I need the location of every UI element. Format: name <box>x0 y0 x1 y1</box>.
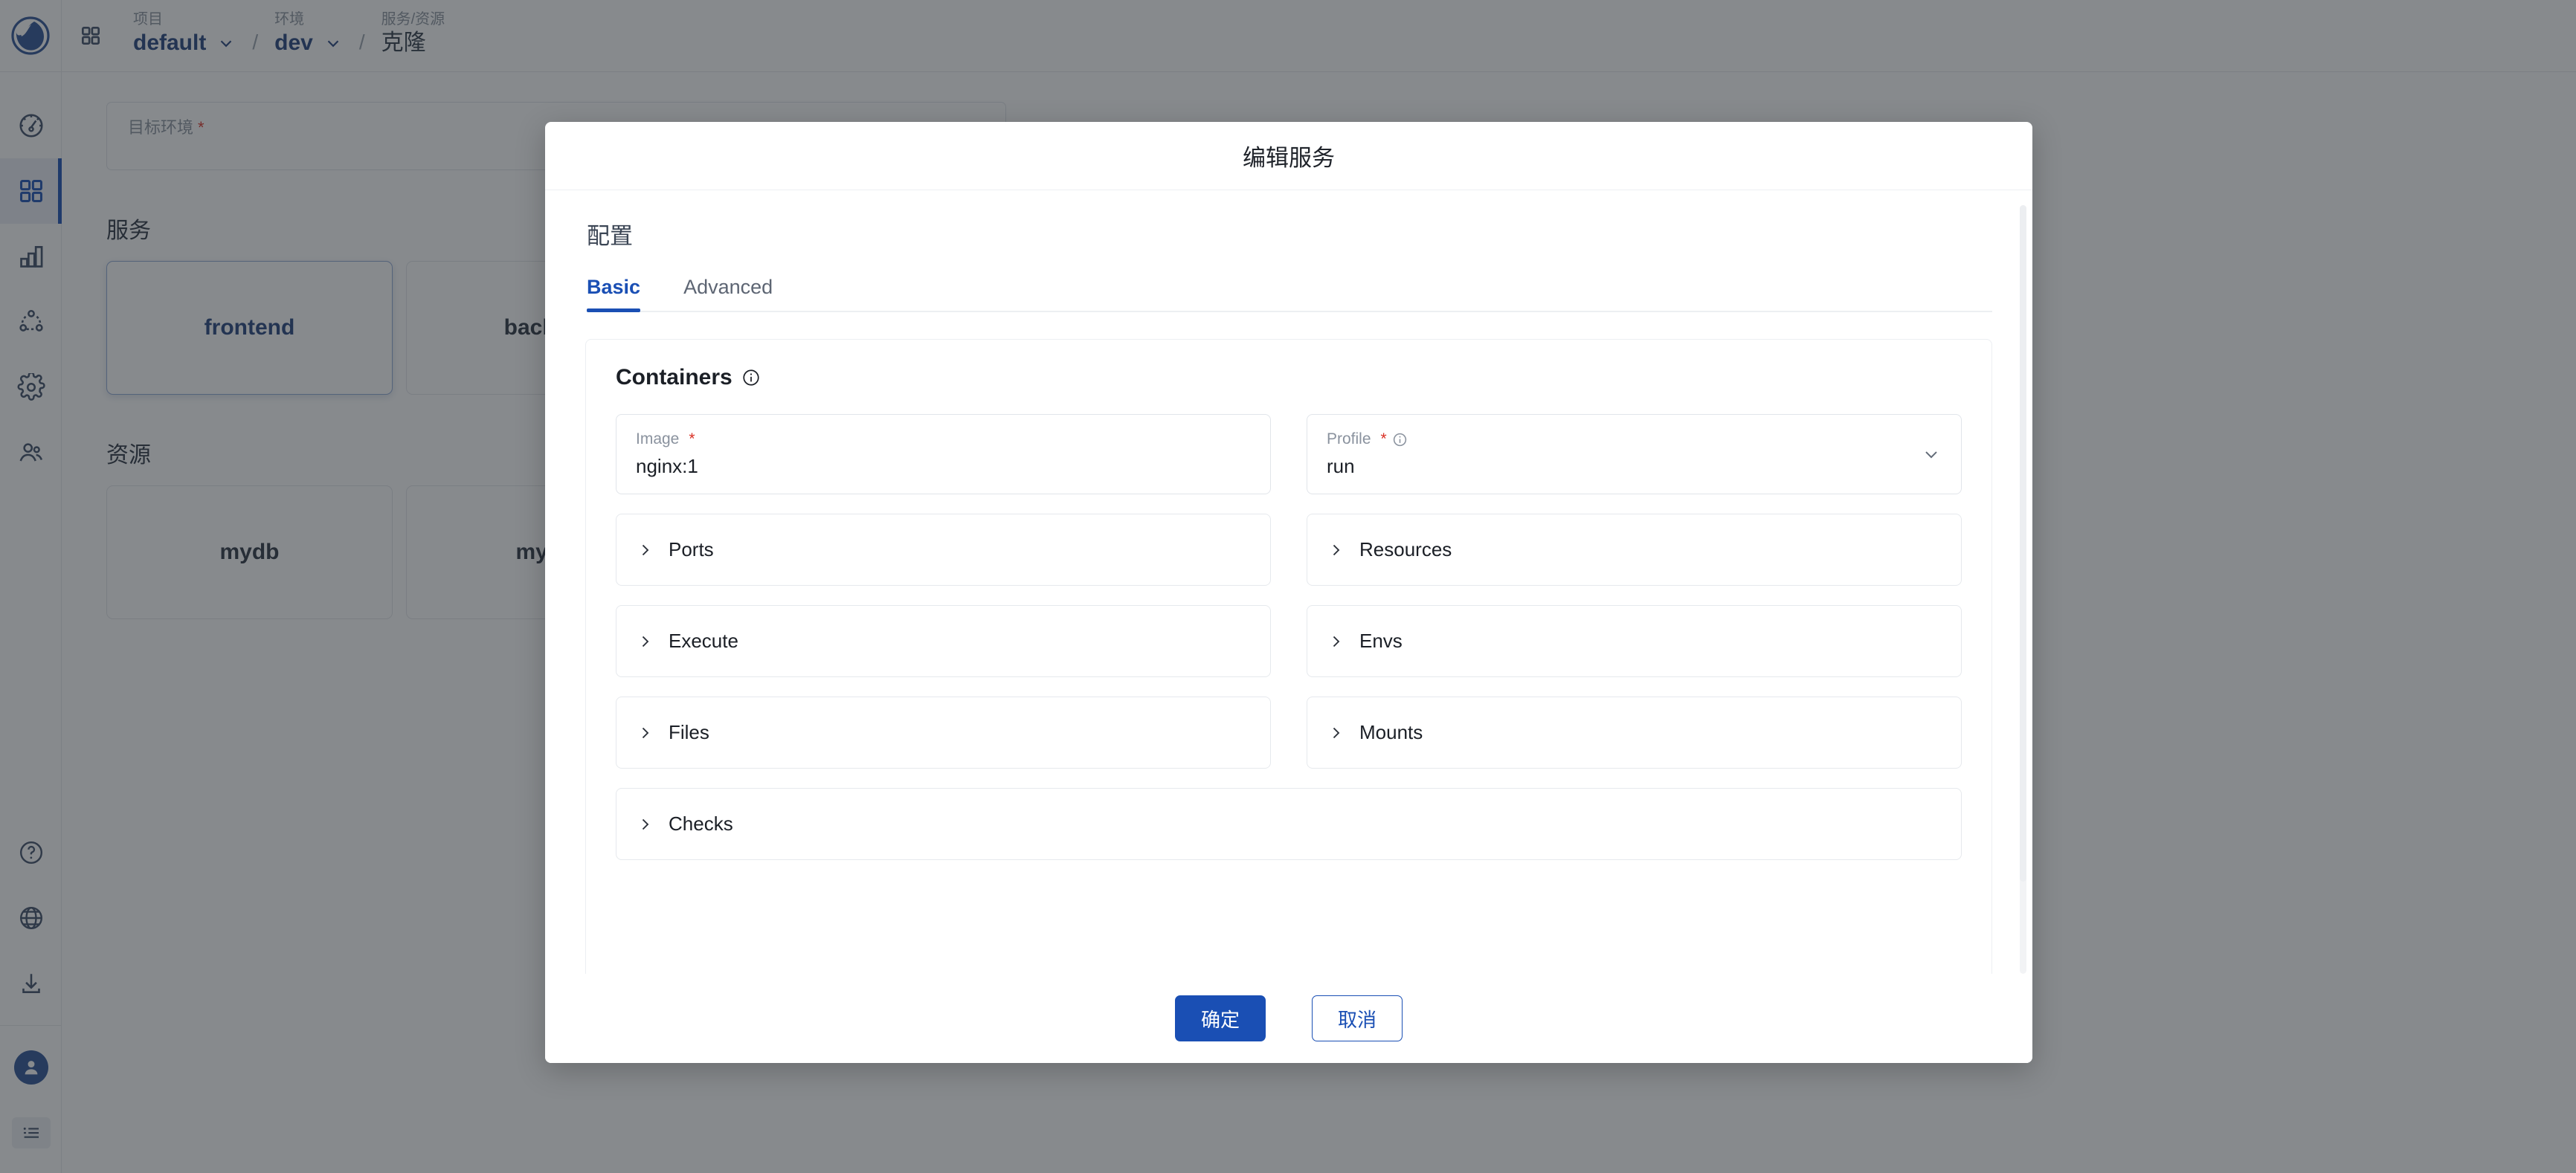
profile-field-value: run <box>1327 455 1355 477</box>
config-tabs: Basic Advanced <box>587 276 1992 312</box>
confirm-button[interactable]: 确定 <box>1174 995 1266 1041</box>
accordion-ports[interactable]: Ports <box>616 514 1271 586</box>
info-icon[interactable] <box>741 368 761 387</box>
containers-panel: Containers Image * nginx:1 Profile * run… <box>585 339 1992 974</box>
accordion-resources-label: Resources <box>1359 538 1452 560</box>
dialog-header: 编辑服务 <box>545 122 2032 190</box>
chevron-right-icon <box>636 633 654 650</box>
accordion-mounts[interactable]: Mounts <box>1307 697 1962 769</box>
info-icon[interactable] <box>1392 432 1408 447</box>
profile-field[interactable]: Profile * run <box>1307 414 1962 494</box>
chevron-right-icon <box>636 541 654 559</box>
accordion-execute[interactable]: Execute <box>616 605 1271 677</box>
accordion-envs[interactable]: Envs <box>1307 605 1962 677</box>
profile-field-label: Profile * <box>1327 430 1942 448</box>
dialog-body: 配置 Basic Advanced Containers Image * ngi… <box>545 190 2032 974</box>
dialog-title: 编辑服务 <box>1243 145 1335 171</box>
cancel-button[interactable]: 取消 <box>1312 995 1403 1041</box>
accordion-ports-label: Ports <box>669 538 714 560</box>
containers-heading: Containers <box>616 365 732 390</box>
accordion-checks-label: Checks <box>669 812 733 835</box>
required-mark: * <box>689 430 695 447</box>
dialog-scrollbar[interactable] <box>2020 205 2026 974</box>
tab-basic[interactable]: Basic <box>587 276 641 312</box>
dialog-footer: 确定 取消 <box>545 974 2032 1063</box>
image-field-label: Image * <box>636 430 695 447</box>
app-root: 项目 default / 环境 dev / <box>0 0 2576 1173</box>
chevron-right-icon <box>1327 724 1345 742</box>
tab-advanced[interactable]: Advanced <box>683 276 773 311</box>
chevron-right-icon <box>1327 541 1345 559</box>
chevron-right-icon <box>1327 633 1345 650</box>
image-field[interactable]: Image * nginx:1 <box>616 414 1271 494</box>
chevron-right-icon <box>636 724 654 742</box>
config-heading: 配置 <box>587 223 633 249</box>
accordion-files-label: Files <box>669 721 709 743</box>
chevron-right-icon <box>636 815 654 833</box>
dialog-scrollbar-thumb[interactable] <box>2020 205 2026 882</box>
accordion-mounts-label: Mounts <box>1359 721 1423 743</box>
image-field-value: nginx:1 <box>636 455 698 477</box>
containers-fields-grid: Image * nginx:1 Profile * run Ports Reso… <box>616 414 1962 860</box>
accordion-envs-label: Envs <box>1359 630 1403 652</box>
containers-heading-row: Containers <box>616 365 1962 390</box>
chevron-down-icon[interactable] <box>1921 444 1942 465</box>
required-mark: * <box>1380 430 1387 447</box>
accordion-execute-label: Execute <box>669 630 738 652</box>
accordion-checks[interactable]: Checks <box>616 788 1962 860</box>
edit-service-dialog: 编辑服务 配置 Basic Advanced Containers Image … <box>545 122 2032 1063</box>
accordion-resources[interactable]: Resources <box>1307 514 1962 586</box>
accordion-files[interactable]: Files <box>616 697 1271 769</box>
